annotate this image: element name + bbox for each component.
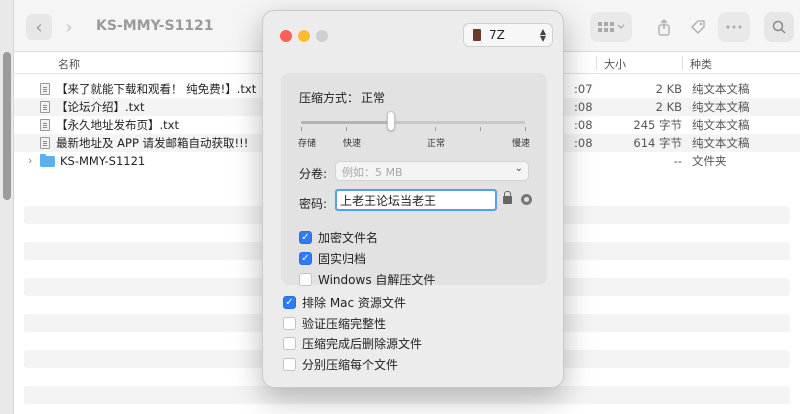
checkbox-label: 加密文件名 [318, 231, 379, 245]
slider-tick [525, 127, 526, 131]
file-kind: 纯文本文稿 [692, 136, 750, 150]
scrollbar-thumb[interactable] [3, 52, 11, 200]
share-icon [658, 19, 670, 36]
file-size: 614 字节 [633, 136, 682, 150]
checkbox-label: 分别压缩每个文件 [302, 358, 399, 372]
tag-icon [691, 20, 705, 34]
level-label-slow: 慢速 [511, 139, 531, 149]
compression-slider-track[interactable] [301, 121, 525, 124]
format-value: 7Z [489, 28, 505, 42]
back-button[interactable]: ‹ [26, 14, 52, 40]
file-date: :08 [574, 136, 593, 150]
encrypt-filenames-checkbox[interactable]: ✓ 加密文件名 [299, 229, 378, 246]
solid-archive-checkbox[interactable]: ✓ 固实归档 [299, 250, 366, 267]
view-options-button[interactable] [590, 12, 632, 42]
file-kind: 纯文本文稿 [692, 82, 750, 96]
close-button[interactable] [280, 30, 292, 42]
grid-view-icon [598, 22, 625, 32]
compression-slider-knob[interactable] [387, 111, 395, 131]
folder-icon [40, 154, 55, 167]
chevron-left-icon: ‹ [35, 16, 43, 38]
slider-tick [346, 127, 347, 131]
lock-icon[interactable] [503, 191, 512, 204]
level-label-normal: 正常 [426, 139, 446, 149]
checkbox-label: Windows 自解压文件 [318, 273, 436, 287]
search-button[interactable] [764, 12, 794, 42]
empty-row [24, 386, 790, 404]
checkbox-box[interactable]: ✓ [299, 252, 312, 265]
chevron-right-icon: › [65, 16, 73, 38]
file-name: 最新地址及 APP 请发邮箱自动获取!!! [56, 136, 249, 150]
compression-label: 压缩方式： [299, 91, 360, 105]
checkbox-box[interactable]: ✓ [283, 296, 296, 309]
file-date: :07 [574, 82, 593, 96]
delete-source-checkbox[interactable]: 压缩完成后删除源文件 [283, 335, 422, 352]
checkbox-label: 排除 Mac 资源文件 [302, 296, 406, 310]
file-date: :08 [574, 118, 593, 132]
text-file-icon [40, 101, 50, 113]
compression-dialog: 7Z ▲ ▼ 压缩方式： 正常 存储 快速 正常 慢速 分卷: 例如：5 MB ⌄… [262, 10, 564, 388]
show-password-icon[interactable] [521, 194, 532, 205]
level-label-store: 存储 [297, 139, 317, 149]
file-date: :08 [574, 100, 593, 114]
file-size: 2 KB [655, 100, 682, 114]
compression-slider-fill [301, 121, 391, 124]
folder-name: KS-MMY-S1121 [60, 154, 146, 168]
volume-label: 分卷: [299, 167, 328, 181]
windows-sfx-checkbox[interactable]: Windows 自解压文件 [299, 271, 435, 288]
window-title: KS-MMY-S1121 [96, 18, 214, 34]
slider-tick [435, 127, 436, 131]
minimize-button[interactable] [298, 30, 310, 42]
checkbox-box[interactable] [299, 273, 312, 286]
more-button[interactable] [718, 12, 750, 42]
slider-tick [301, 127, 302, 131]
format-select[interactable]: 7Z ▲ ▼ [463, 23, 553, 47]
search-icon [772, 20, 786, 34]
tag-button[interactable] [686, 12, 710, 42]
folder-size: -- [673, 154, 682, 168]
folder-kind: 文件夹 [692, 154, 727, 168]
settings-panel: 压缩方式： 正常 存储 快速 正常 慢速 分卷: 例如：5 MB ⌄ 密码: ✓… [281, 73, 547, 288]
file-size: 245 字节 [633, 118, 682, 132]
column-kind-header[interactable]: 种类 [690, 56, 712, 72]
column-size-header[interactable]: 大小 [604, 56, 626, 72]
compress-separately-checkbox[interactable]: 分别压缩每个文件 [283, 356, 398, 373]
disclosure-triangle-icon[interactable]: › [28, 152, 32, 170]
text-file-icon [40, 83, 50, 95]
volume-placeholder: 例如：5 MB [342, 166, 403, 179]
share-button[interactable] [652, 12, 676, 42]
zoom-button[interactable] [316, 30, 328, 42]
file-name: 【永久地址发布页】.txt [56, 118, 179, 132]
checkbox-box[interactable]: ✓ [299, 231, 312, 244]
checkbox-label: 固实归档 [318, 252, 367, 266]
up-down-chevron-icon: ▲ ▼ [539, 27, 546, 43]
compression-value: 正常 [361, 91, 386, 105]
more-icon [726, 25, 742, 29]
checkbox-box[interactable] [283, 358, 296, 371]
file-size: 2 KB [655, 82, 682, 96]
text-file-icon [40, 137, 50, 149]
file-name: 【论坛介绍】.txt [56, 100, 145, 114]
verify-integrity-checkbox[interactable]: 验证压缩完整性 [283, 315, 386, 332]
volume-select[interactable]: 例如：5 MB ⌄ [335, 161, 529, 181]
slider-tick [480, 127, 481, 131]
file-kind: 纯文本文稿 [692, 118, 750, 132]
file-kind: 纯文本文稿 [692, 100, 750, 114]
text-file-icon [40, 119, 50, 131]
file-name: 【来了就能下载和观看！ 纯免费!】.txt [56, 82, 257, 96]
exclude-mac-resources-checkbox[interactable]: ✓ 排除 Mac 资源文件 [283, 294, 406, 311]
archive-icon [473, 29, 481, 41]
checkbox-box[interactable] [283, 317, 296, 330]
password-input[interactable] [335, 189, 497, 211]
forward-button[interactable]: › [56, 14, 82, 40]
checkbox-box[interactable] [283, 337, 296, 350]
column-name-header[interactable]: 名称 [58, 56, 80, 72]
password-label: 密码: [299, 197, 328, 211]
chevron-down-icon: ⌄ [514, 163, 523, 174]
checkbox-label: 验证压缩完整性 [302, 317, 387, 331]
level-label-fast: 快速 [342, 139, 362, 149]
checkbox-label: 压缩完成后删除源文件 [302, 337, 423, 351]
